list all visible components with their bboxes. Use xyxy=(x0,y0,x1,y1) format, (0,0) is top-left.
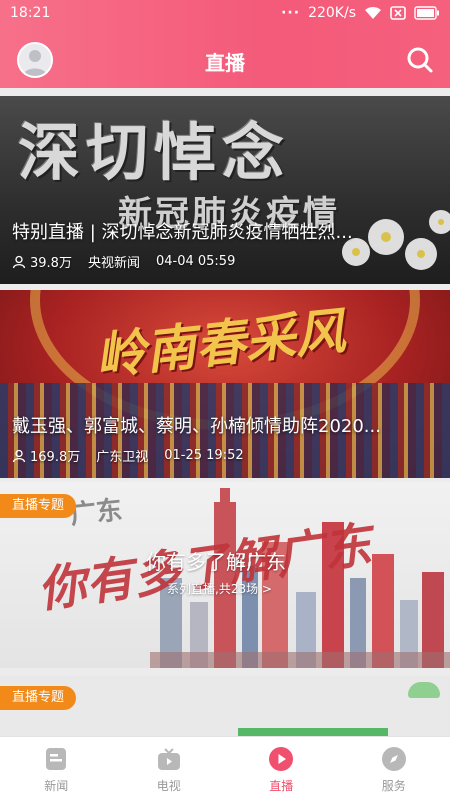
viewer-count-icon xyxy=(12,255,26,269)
live-feed[interactable]: 深切悼念 新冠肺炎疫情 特别直播 | 深切悼念新冠肺炎疫情牺牲烈... 39.8… xyxy=(0,92,450,736)
status-time: 18:21 xyxy=(10,5,51,21)
source-name: 央视新闻 xyxy=(87,256,140,271)
live-topic-badge: 直播专题 xyxy=(0,686,77,710)
nav-label: 直播 xyxy=(269,779,294,793)
search-icon xyxy=(407,47,433,73)
viewer-count: 169.8万 xyxy=(30,450,81,465)
nav-item-news[interactable]: 新闻 xyxy=(0,737,113,800)
nav-label: 新闻 xyxy=(44,779,69,793)
status-bar: 18:21 ··· 220K/s xyxy=(0,0,450,28)
broadcast-time: 01-25 19:52 xyxy=(164,448,244,463)
wifi-icon xyxy=(364,6,382,20)
broadcast-time: 04-04 05:59 xyxy=(155,254,236,269)
source-name: 广东卫视 xyxy=(96,450,149,465)
live-topic-card[interactable]: 广东 你有多了解广东 直播专题 你有多了解广东 系列直播,共23场 > xyxy=(0,482,450,668)
live-card[interactable]: 岭南春采风 戴玉强、郭富城、蔡明、孙楠倾情助阵2020... 169.8万 广东… xyxy=(0,290,450,478)
topic-title: 你有多了解广东 xyxy=(146,550,286,574)
thumbnail-art-text: 深切悼念 xyxy=(18,116,291,189)
live-screen: 18:21 ··· 220K/s 直播 深切悼念 新冠肺炎疫情 特别直播 | 深… xyxy=(0,0,450,800)
live-topic-badge: 直播专题 xyxy=(0,494,77,518)
search-button[interactable] xyxy=(404,44,436,76)
compass-icon xyxy=(381,747,406,771)
card-title: 戴玉强、郭富城、蔡明、孙楠倾情助阵2020... xyxy=(12,416,381,437)
viewer-count-icon xyxy=(12,449,26,463)
topic-logo-text: 广东 xyxy=(68,495,124,531)
card-meta: 39.8万 央视新闻 04-04 05:59 xyxy=(12,252,235,271)
network-speed: 220K/s xyxy=(308,5,356,21)
cloud-decoration xyxy=(408,682,440,698)
nav-label: 电视 xyxy=(156,779,181,793)
page-title: 直播 xyxy=(205,51,245,75)
viewer-count: 39.8万 xyxy=(30,256,72,271)
nav-item-live[interactable]: 直播 xyxy=(225,737,338,800)
nav-label: 服务 xyxy=(381,779,406,793)
tv-icon xyxy=(157,748,180,770)
battery-icon xyxy=(414,6,440,20)
status-indicators: ··· 220K/s xyxy=(281,5,440,21)
live-topic-card[interactable]: 直播专题 xyxy=(0,676,450,736)
topic-subtitle-link[interactable]: 系列直播,共23场 > xyxy=(167,580,272,597)
nav-item-services[interactable]: 服务 xyxy=(338,737,450,800)
card-title: 特别直播 | 深切悼念新冠肺炎疫情牺牲烈... xyxy=(12,222,353,243)
bottom-nav: 新闻 电视 直播 服务 xyxy=(0,736,450,800)
more-dots: ··· xyxy=(281,5,301,21)
green-banner-decoration xyxy=(238,728,388,736)
card-meta: 169.8万 广东卫视 01-25 19:52 xyxy=(12,446,244,465)
play-icon xyxy=(269,747,294,771)
live-card[interactable]: 深切悼念 新冠肺炎疫情 特别直播 | 深切悼念新冠肺炎疫情牺牲烈... 39.8… xyxy=(0,96,450,284)
nav-item-tv[interactable]: 电视 xyxy=(113,737,226,800)
app-header: 18:21 ··· 220K/s 直播 xyxy=(0,0,450,88)
no-sim-icon xyxy=(390,6,406,20)
news-icon xyxy=(46,748,67,770)
title-row: 直播 xyxy=(0,38,450,84)
